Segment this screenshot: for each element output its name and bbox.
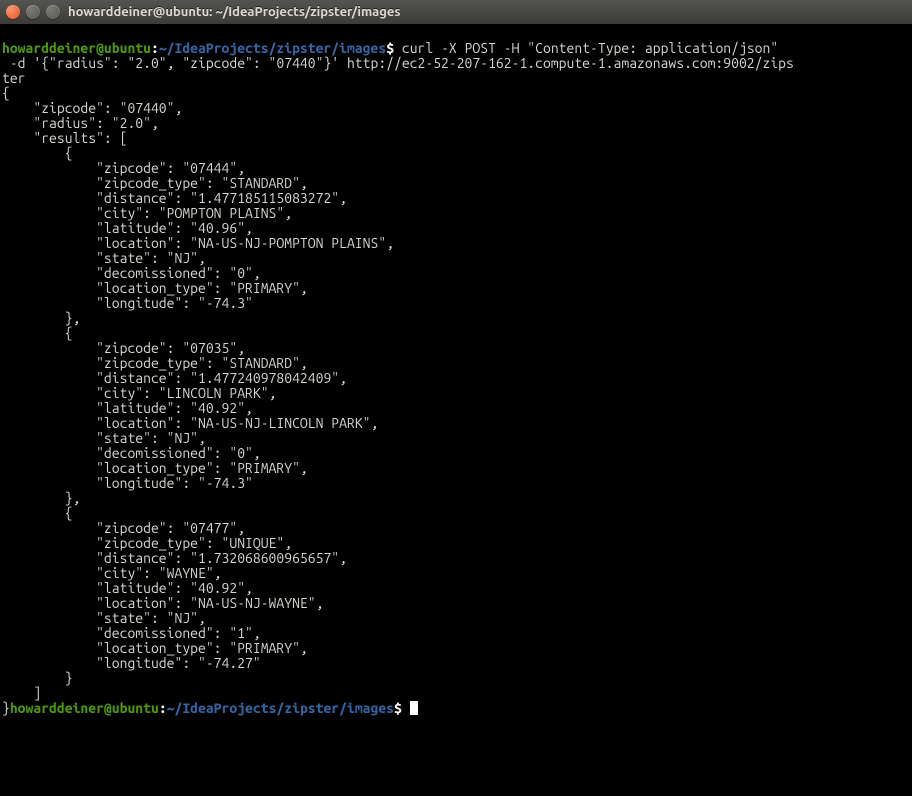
output-line: } (2, 670, 73, 686)
prompt-dollar: $ (386, 40, 394, 56)
terminal-content: howarddeiner@ubuntu:~/IdeaProjects/zipst… (2, 41, 910, 716)
output-line: "zipcode_type": "STANDARD", (2, 175, 308, 191)
output-line: "city": "WAYNE", (2, 565, 222, 581)
output-line: }, (2, 490, 80, 506)
window-titlebar: howarddeiner@ubuntu: ~/IdeaProjects/zips… (0, 0, 912, 24)
output-line: "location_type": "PRIMARY", (2, 280, 308, 296)
output-line: "latitude": "40.92", (2, 580, 253, 596)
output-line: { (2, 505, 73, 521)
command-line-3: ter (2, 70, 26, 86)
prompt-path-rest: /IdeaProjects/zipster/images (167, 40, 387, 56)
output-line: "decomissioned": "0", (2, 265, 261, 281)
output-line: "distance": "1.477185115083272", (2, 190, 347, 206)
output-line: "city": "POMPTON PLAINS", (2, 205, 292, 221)
output-line: }, (2, 310, 80, 326)
output-line: "state": "NJ", (2, 250, 206, 266)
prompt-path-rest: /IdeaProjects/zipster/images (175, 700, 395, 716)
terminal-area[interactable]: howarddeiner@ubuntu:~/IdeaProjects/zipst… (0, 24, 912, 796)
command-line-2: -d '{"radius": "2.0", "zipcode": "07440"… (2, 55, 794, 71)
minimize-icon[interactable] (26, 5, 40, 19)
prompt-path-tilde: ~ (159, 40, 167, 56)
prompt-user-host: howarddeiner@ubuntu (10, 700, 159, 716)
output-line: "latitude": "40.96", (2, 220, 253, 236)
output-line: "zipcode": "07477", (2, 520, 245, 536)
maximize-icon[interactable] (46, 5, 60, 19)
output-line: "location": "NA-US-NJ-POMPTON PLAINS", (2, 235, 394, 251)
output-line: "zipcode": "07444", (2, 160, 245, 176)
output-line: "location": "NA-US-NJ-WAYNE", (2, 595, 323, 611)
output-line: ] (2, 685, 41, 701)
output-line: "decomissioned": "1", (2, 625, 261, 641)
output-line: "location_type": "PRIMARY", (2, 460, 308, 476)
close-icon[interactable] (6, 5, 20, 19)
prompt-user-host: howarddeiner@ubuntu (2, 40, 151, 56)
output-line: { (2, 85, 10, 101)
output-line: "distance": "1.732068600965657", (2, 550, 347, 566)
prompt-colon: : (151, 40, 159, 56)
output-line: { (2, 325, 73, 341)
output-line: "zipcode_type": "STANDARD", (2, 355, 308, 371)
output-line: "location": "NA-US-NJ-LINCOLN PARK", (2, 415, 378, 431)
output-line: "distance": "1.477240978042409", (2, 370, 347, 386)
window-controls (6, 5, 60, 19)
output-line: } (2, 700, 10, 716)
prompt-colon: : (159, 700, 167, 716)
prompt-path-tilde: ~ (167, 700, 175, 716)
output-line: "city": "LINCOLN PARK", (2, 385, 276, 401)
output-line: "state": "NJ", (2, 430, 206, 446)
output-line: "state": "NJ", (2, 610, 206, 626)
output-line: "longitude": "-74.3" (2, 475, 253, 491)
output-line: "results": [ (2, 130, 127, 146)
output-line: "decomissioned": "0", (2, 445, 261, 461)
output-line: "zipcode": "07035", (2, 340, 245, 356)
command-line-1: curl -X POST -H "Content-Type: applicati… (394, 40, 778, 56)
prompt-dollar: $ (394, 700, 402, 716)
output-line: "zipcode": "07440", (2, 100, 182, 116)
output-line: "latitude": "40.92", (2, 400, 253, 416)
output-line: "zipcode_type": "UNIQUE", (2, 535, 292, 551)
output-line: "location_type": "PRIMARY", (2, 640, 308, 656)
window-title: howarddeiner@ubuntu: ~/IdeaProjects/zips… (68, 5, 401, 19)
output-line: { (2, 145, 73, 161)
output-line: "radius": "2.0", (2, 115, 159, 131)
output-line: "longitude": "-74.3" (2, 295, 253, 311)
cursor (410, 701, 418, 715)
output-line: "longitude": "-74.27" (2, 655, 261, 671)
